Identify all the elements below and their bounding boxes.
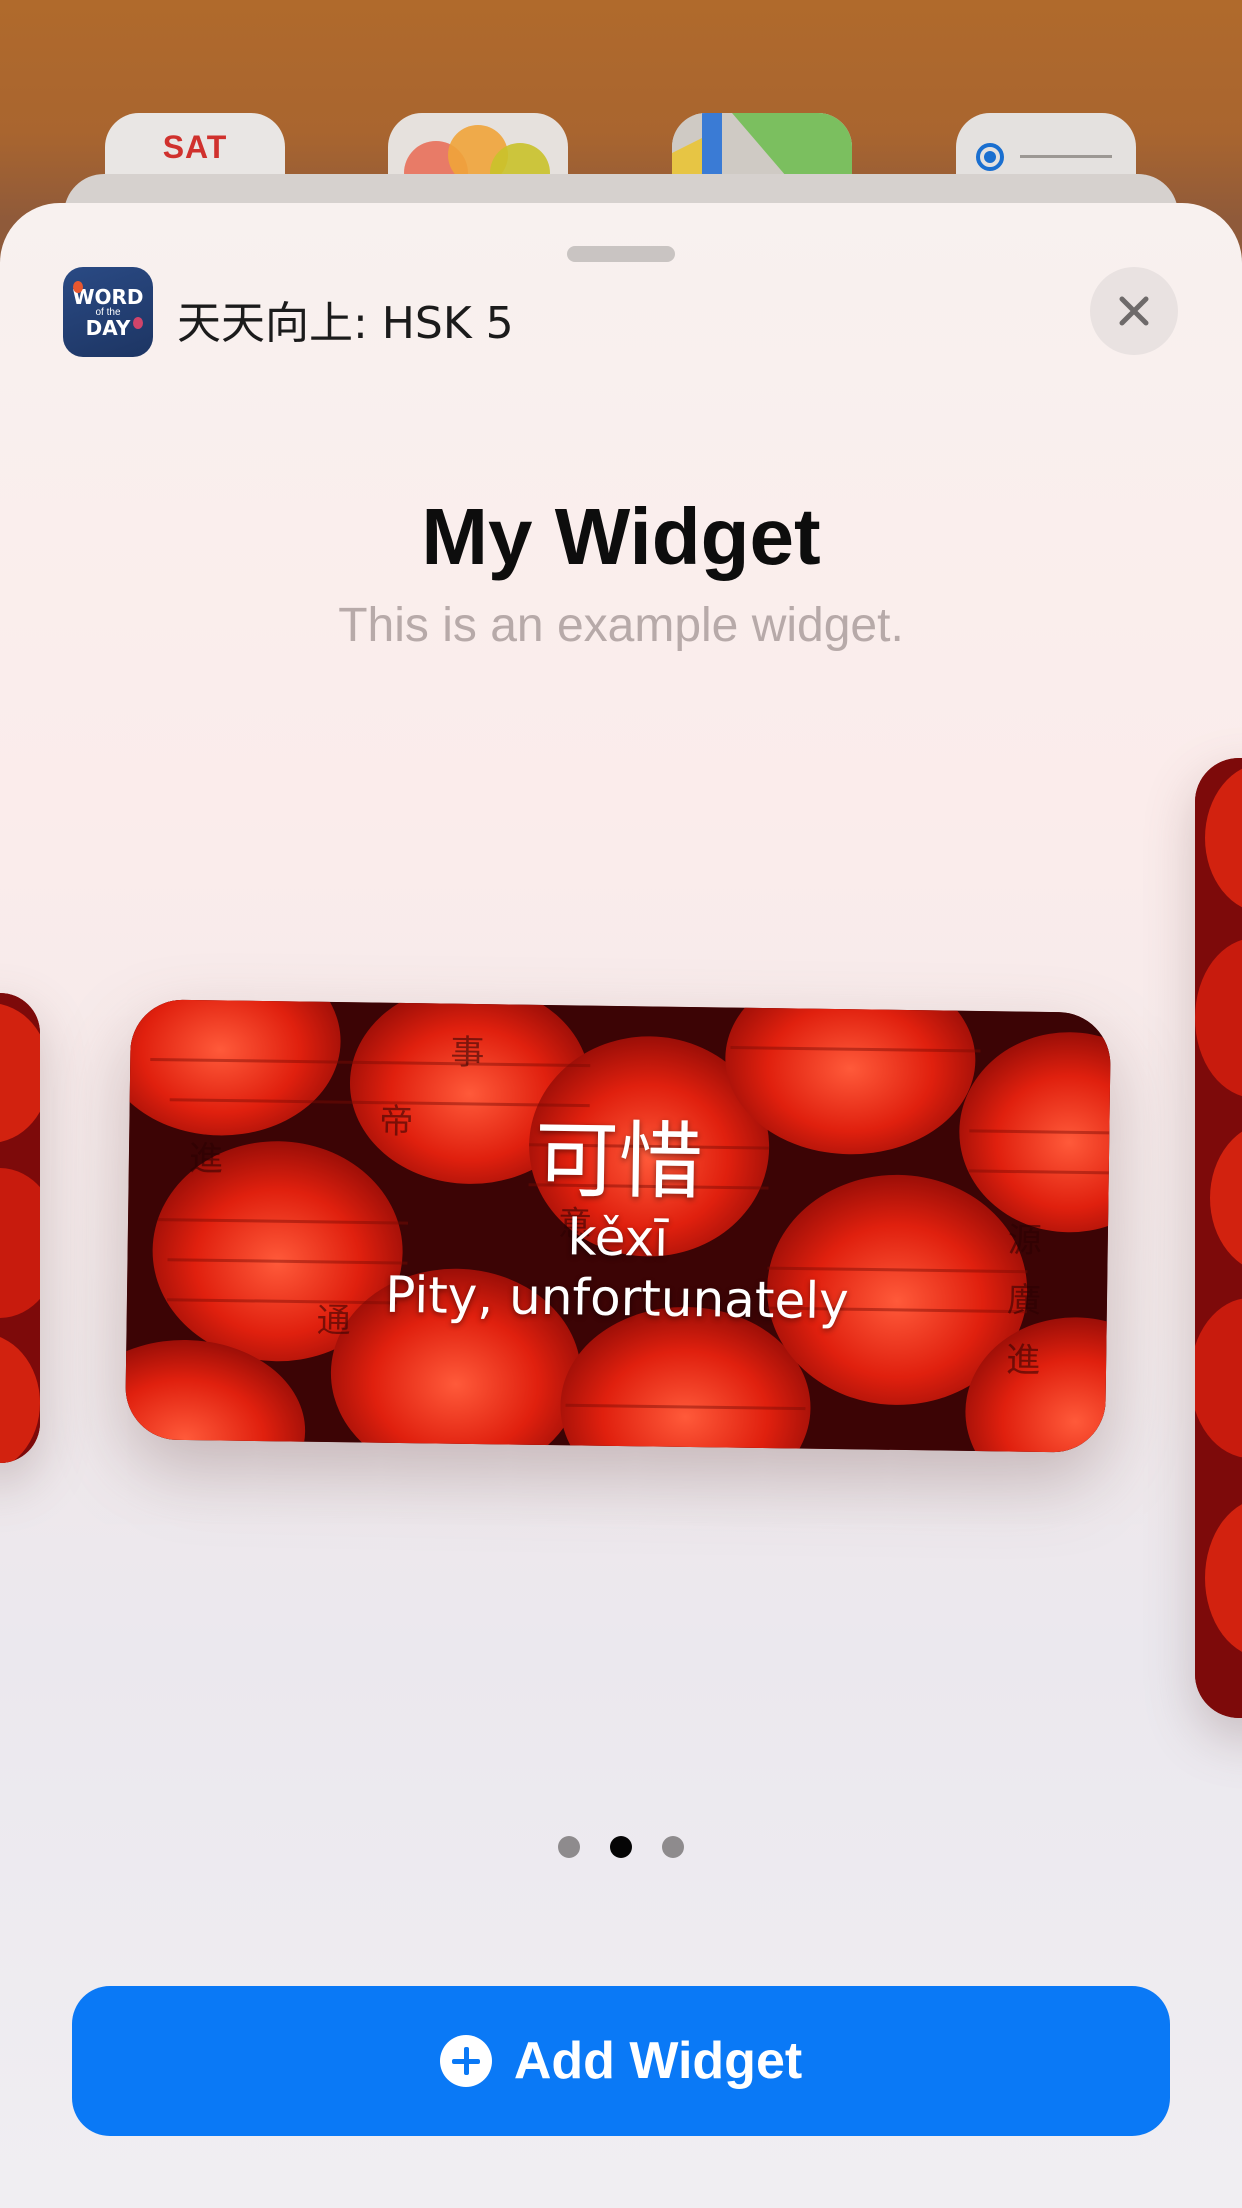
lantern-decoration: [133, 317, 143, 329]
plus-circle-icon: [439, 2035, 492, 2087]
app-icon: WORD of the DAY: [63, 267, 153, 357]
widget-preview[interactable]: 進 帝 事 源 廣 進 意 通 可惜 kěxī Pity, unfortunat…: [124, 999, 1112, 1453]
widget-content: 可惜 kěxī Pity, unfortunately: [125, 999, 1111, 1453]
calendar-app-icon: SAT: [105, 113, 285, 183]
word-hanzi: 可惜: [534, 1110, 704, 1212]
add-widget-label: Add Widget: [513, 2032, 803, 2090]
page-indicator[interactable]: [0, 1836, 1242, 1858]
next-widget-preview[interactable]: [1195, 758, 1242, 1718]
page-dot[interactable]: [558, 1836, 580, 1858]
photos-app-icon: [388, 113, 568, 183]
page-dot[interactable]: [662, 1836, 684, 1858]
lantern-decoration: [73, 281, 83, 293]
app-icon-day: DAY: [85, 315, 131, 340]
word-pinyin: kěxī: [567, 1208, 669, 1268]
maps-app-icon: [672, 113, 852, 183]
sheet-grabber[interactable]: [567, 246, 675, 262]
settings-app-icon: [956, 113, 1136, 183]
previous-widget-preview[interactable]: [0, 993, 40, 1463]
widget-title: My Widget: [421, 492, 821, 581]
add-widget-button[interactable]: Add Widget: [72, 1986, 1170, 2136]
widget-gallery-sheet: WORD of the DAY 天天向上: HSK 5 My Widget Th…: [0, 203, 1242, 2208]
page-dot-active[interactable]: [610, 1836, 632, 1858]
app-name: 天天向上: HSK 5: [177, 298, 514, 349]
widget-description: This is an example widget.: [338, 599, 904, 652]
calendar-day-label: SAT: [162, 129, 228, 165]
close-button[interactable]: [1090, 267, 1178, 355]
app-icon-word: WORD: [72, 284, 144, 309]
close-icon: [1119, 296, 1149, 326]
word-meaning: Pity, unfortunately: [384, 1265, 850, 1331]
